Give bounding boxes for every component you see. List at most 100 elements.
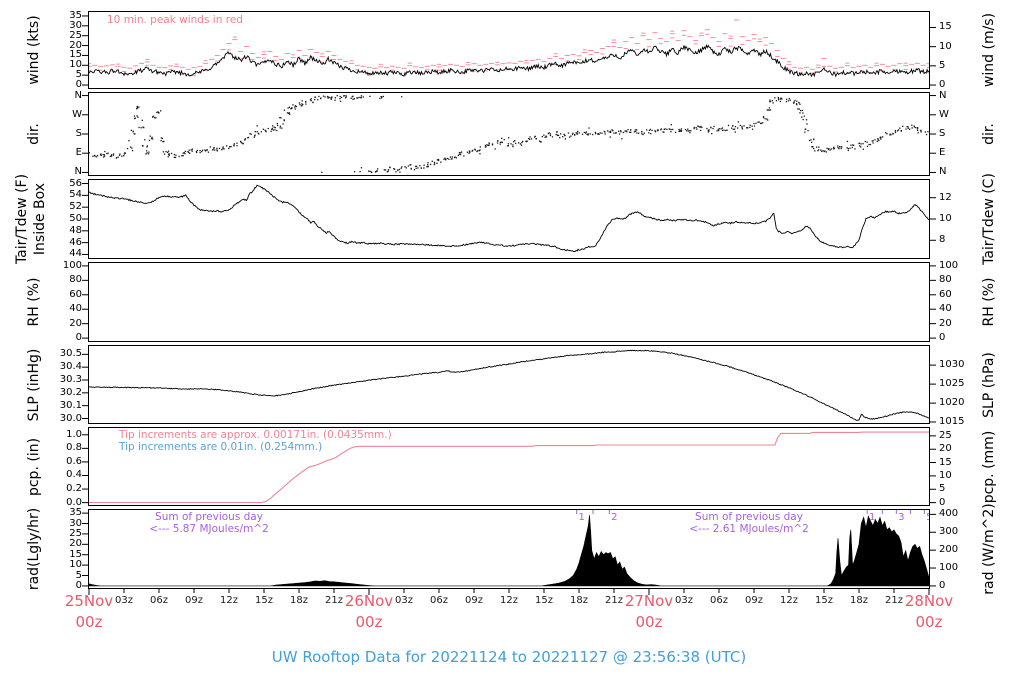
x-day-sublabel: 00z bbox=[355, 613, 383, 631]
y-tick-label-left-pcp: 0.2 bbox=[66, 483, 82, 495]
y-tick-label-right-slp: 1030 bbox=[939, 359, 965, 371]
annotation-line: 10 min. peak winds in red bbox=[107, 14, 243, 26]
x-minor-label: 09z bbox=[745, 595, 763, 606]
y-tick-label-left-pcp: 1.0 bbox=[66, 428, 82, 440]
panel-dir bbox=[88, 92, 930, 176]
series-slp bbox=[89, 349, 929, 422]
y-tick-label-left-temp: 46 bbox=[69, 236, 82, 248]
y-tick-label-left-slp: 30.3 bbox=[59, 374, 82, 385]
x-minor-label: 21z bbox=[885, 595, 903, 606]
x-minor-label: 18z bbox=[850, 595, 868, 606]
y-tick-label-right-dir: S bbox=[939, 128, 946, 139]
y-tick-label-right-rad: 0 bbox=[939, 579, 946, 591]
y-tick-label-right-rh: 60 bbox=[939, 288, 952, 300]
y-tick-label-left-slp: 30.4 bbox=[59, 361, 82, 373]
x-day-label: 26Nov bbox=[344, 592, 394, 610]
y-tick-label-left-temp: 56 bbox=[69, 177, 82, 189]
x-minor-label: 18z bbox=[570, 595, 588, 606]
annotation-line: Sum of previous day bbox=[155, 511, 263, 523]
svg-text:1: 1 bbox=[869, 512, 875, 523]
x-day-label: 25Nov bbox=[64, 592, 114, 610]
y-tick-label-right-dir: N bbox=[939, 89, 947, 101]
x-day-label: 28Nov bbox=[904, 592, 954, 610]
x-minor-label: 18z bbox=[290, 595, 308, 606]
x-minor-label: 12z bbox=[500, 595, 518, 606]
y-tick-label-right-rh: 40 bbox=[939, 303, 952, 315]
x-day-sublabel: 00z bbox=[635, 613, 663, 631]
y-tick-label-right-rad: 100 bbox=[939, 562, 959, 574]
y-tick-label-left-slp: 30.0 bbox=[59, 412, 82, 424]
x-minor-label: 06z bbox=[150, 595, 168, 606]
meteogram-figure: 10 min. peak winds in red Tip increments … bbox=[0, 0, 1024, 700]
panel-temp bbox=[88, 179, 930, 259]
annotation-line: <--- 2.61 MJoules/m^2 bbox=[689, 523, 809, 535]
y-tick-label-right-slp: 1020 bbox=[939, 397, 965, 409]
series-wind-avg bbox=[89, 43, 929, 78]
figure-caption: UW Rooftop Data for 20221124 to 20221127… bbox=[271, 648, 747, 666]
panel-wind: 10 min. peak winds in red bbox=[88, 11, 930, 89]
panel-dir-plot bbox=[89, 95, 929, 174]
y-tick-label-left-dir: E bbox=[75, 147, 82, 159]
y-tick-label-left-wind: 35 bbox=[69, 9, 82, 21]
axis-label-dir-right: dir. bbox=[981, 123, 997, 145]
axis-label-rh-right: RH (%) bbox=[981, 277, 997, 327]
y-tick-label-left-rh: 40 bbox=[69, 303, 82, 315]
panel-pcp: Tip increments are approx. 0.00171in. (0… bbox=[88, 427, 930, 506]
y-tick-label-right-dir: E bbox=[939, 147, 946, 159]
y-tick-label-right-wind: 15 bbox=[939, 21, 952, 33]
axis-label-slp-left: SLP (inHg) bbox=[26, 348, 42, 421]
y-tick-label-left-pcp: 0.6 bbox=[66, 455, 82, 467]
x-minor-label: 06z bbox=[710, 595, 728, 606]
y-tick-label-right-pcp: 15 bbox=[939, 456, 952, 468]
panel-slp bbox=[88, 345, 930, 424]
y-tick-label-left-rh: 80 bbox=[69, 274, 82, 286]
axis-label-temp-right: Tair/Tdew (C) bbox=[981, 173, 997, 265]
annotation-rad-0: Sum of previous day <--- 5.87 MJoules/m^2 bbox=[149, 511, 269, 535]
y-tick-label-right-rad: 400 bbox=[939, 508, 959, 520]
y-tick-label-right-rh: 100 bbox=[939, 259, 959, 271]
x-day-sublabel: 00z bbox=[915, 613, 943, 631]
y-tick-label-left-temp: 50 bbox=[69, 213, 82, 224]
y-tick-label-left-dir: N bbox=[74, 89, 82, 101]
y-tick-label-left-rad: 25 bbox=[69, 527, 82, 539]
axis-label-pcp-right: pcp. (mm) bbox=[981, 430, 997, 503]
y-tick-label-right-slp: 1025 bbox=[939, 378, 965, 390]
y-tick-label-right-rh: 80 bbox=[939, 274, 952, 286]
y-tick-label-right-pcp: 10 bbox=[939, 469, 952, 481]
panel-rh bbox=[88, 262, 930, 342]
y-tick-label-left-rad: 15 bbox=[69, 548, 82, 560]
x-minor-label: 12z bbox=[780, 595, 798, 606]
y-tick-label-left-temp: 52 bbox=[69, 201, 82, 213]
svg-text:2: 2 bbox=[611, 512, 617, 523]
axis-label-wind-left: wind (kts) bbox=[26, 15, 42, 85]
y-tick-label-right-dir: W bbox=[939, 108, 949, 120]
x-minor-label: 21z bbox=[605, 595, 623, 606]
y-tick-label-right-temp: 12 bbox=[939, 191, 952, 203]
x-minor-label: 15z bbox=[535, 595, 553, 606]
y-tick-label-right-pcp: 25 bbox=[939, 429, 952, 441]
svg-text:5: 5 bbox=[926, 512, 929, 523]
panel-slp-plot bbox=[89, 349, 929, 422]
panel-rad: 12135Sum of previous day<--- 5.87 MJoule… bbox=[88, 509, 930, 589]
series-wind-direction bbox=[89, 95, 929, 174]
y-tick-label-left-dir: S bbox=[75, 128, 82, 139]
y-tick-label-right-dir: N bbox=[939, 166, 947, 178]
y-tick-label-left-temp: 54 bbox=[69, 189, 82, 201]
axis-label-pcp-left: pcp. (in) bbox=[26, 437, 42, 496]
panel-rh-plot bbox=[89, 263, 929, 341]
series-tair bbox=[89, 184, 929, 252]
annotation-line: <--- 5.87 MJoules/m^2 bbox=[149, 523, 269, 535]
x-minor-label: 03z bbox=[675, 595, 693, 606]
x-minor-label: 21z bbox=[325, 595, 343, 606]
y-tick-label-left-pcp: 0.8 bbox=[66, 442, 82, 454]
y-tick-label-right-pcp: 20 bbox=[939, 443, 952, 455]
y-tick-label-right-rh: 20 bbox=[939, 317, 952, 329]
y-tick-label-left-slp: 30.2 bbox=[59, 386, 82, 398]
annotation-pcp-1: Tip increments are 0.01in. (0.254mm.) bbox=[119, 441, 322, 453]
axis-label-rad-right: rad (W/m^2) bbox=[981, 503, 997, 595]
y-tick-label-right-temp: 10 bbox=[939, 213, 952, 224]
axis-label-temp-left: Tair/Tdew (F) bbox=[14, 173, 30, 265]
y-tick-label-left-rad: 0 bbox=[75, 579, 82, 591]
y-tick-label-right-wind: 10 bbox=[939, 40, 952, 52]
axis-label-temp-left: Inside Box bbox=[32, 182, 48, 256]
